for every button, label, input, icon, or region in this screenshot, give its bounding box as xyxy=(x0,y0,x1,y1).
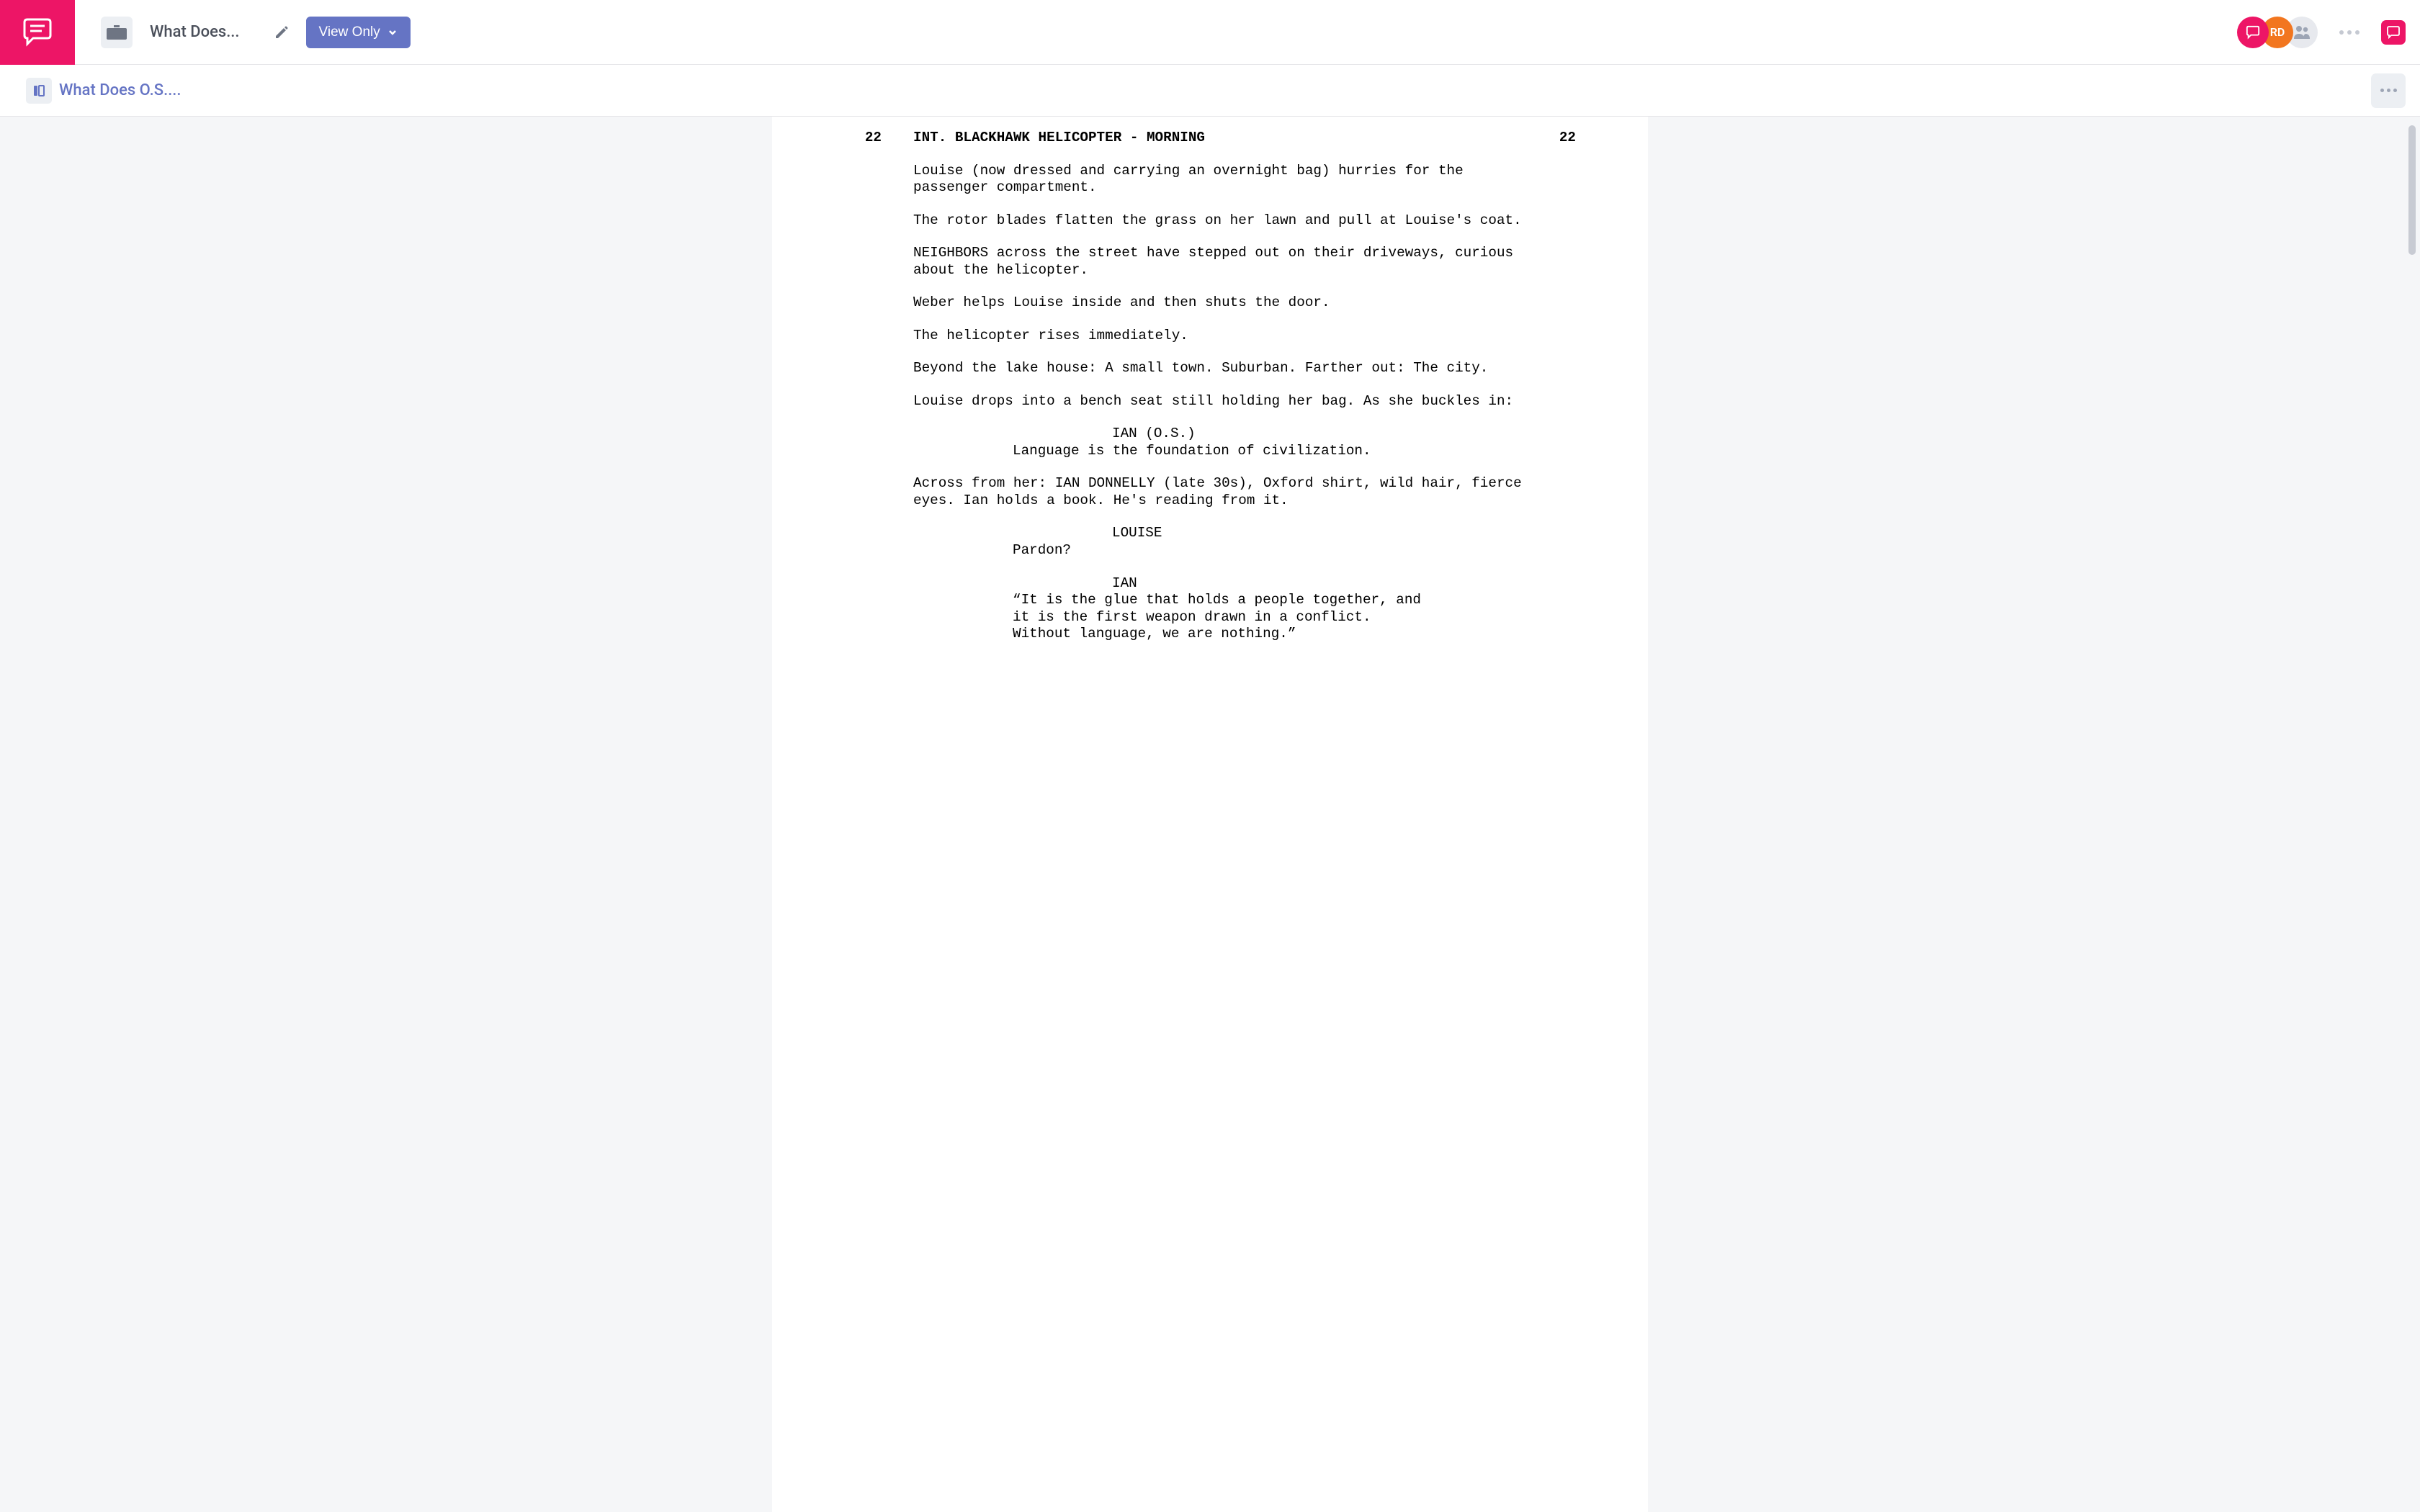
file-area: What Does... View Only xyxy=(75,17,2237,48)
more-menu[interactable] xyxy=(2332,23,2367,42)
sub-toolbar: What Does O.S.... xyxy=(0,65,2420,117)
people-icon xyxy=(2293,23,2311,42)
scene-number-left: 22 xyxy=(853,130,882,147)
view-mode-button[interactable]: View Only xyxy=(306,17,411,48)
document-tab[interactable]: What Does O.S.... xyxy=(26,78,182,104)
chat-bubble-icon xyxy=(22,18,53,47)
action-line: The rotor blades flatten the grass on he… xyxy=(913,212,1540,230)
panel-icon-wrap xyxy=(26,78,52,104)
screenplay-page: 22 INT. BLACKHAWK HELICOPTER - MORNING 2… xyxy=(772,117,1648,1512)
action-line: Louise drops into a bench seat still hol… xyxy=(913,393,1540,410)
action-line: Weber helps Louise inside and then shuts… xyxy=(913,294,1540,312)
pencil-icon[interactable] xyxy=(274,25,289,40)
chat-bubble-icon xyxy=(2245,25,2261,40)
action-line: NEIGHBORS across the street have stepped… xyxy=(913,245,1540,279)
collaborator-avatars[interactable]: RD xyxy=(2237,17,2318,48)
chat-bubble-icon xyxy=(2386,26,2401,39)
dialogue-line: “It is the glue that holds a people toge… xyxy=(1013,592,1432,643)
document-title[interactable]: What Does... xyxy=(150,23,240,41)
action-line: Louise (now dressed and carrying an over… xyxy=(913,163,1540,197)
top-toolbar: What Does... View Only RD xyxy=(0,0,2420,65)
character-cue: LOUISE xyxy=(1112,525,1576,542)
scrollbar-thumb[interactable] xyxy=(2408,125,2416,255)
panel-left-icon xyxy=(32,84,46,98)
app-logo[interactable] xyxy=(0,0,75,65)
feedback-button[interactable] xyxy=(2381,20,2406,45)
subbar-more-menu[interactable] xyxy=(2371,73,2406,108)
action-line: The helicopter rises immediately. xyxy=(913,328,1540,345)
scene-heading: 22 INT. BLACKHAWK HELICOPTER - MORNING 2… xyxy=(853,130,1576,147)
toolbar-right: RD xyxy=(2237,17,2420,48)
character-cue: IAN xyxy=(1112,575,1576,593)
document-tab-title: What Does O.S.... xyxy=(59,81,182,99)
dialogue-line: Language is the foundation of civilizati… xyxy=(1013,443,1432,460)
action-line: Across from her: IAN DONNELLY (late 30s)… xyxy=(913,475,1540,509)
scene-number-right: 22 xyxy=(1547,130,1576,147)
view-mode-label: View Only xyxy=(319,24,380,40)
briefcase-button[interactable] xyxy=(101,17,133,48)
character-cue: IAN (O.S.) xyxy=(1112,426,1576,443)
content-area: 22 INT. BLACKHAWK HELICOPTER - MORNING 2… xyxy=(0,117,2420,1512)
briefcase-icon xyxy=(107,24,127,41)
scrollbar[interactable] xyxy=(2407,125,2417,413)
scene-title: INT. BLACKHAWK HELICOPTER - MORNING xyxy=(913,130,1547,147)
dialogue-line: Pardon? xyxy=(1013,542,1432,559)
avatar-1[interactable] xyxy=(2237,17,2269,48)
chevron-down-icon xyxy=(387,27,398,37)
action-line: Beyond the lake house: A small town. Sub… xyxy=(913,360,1540,377)
